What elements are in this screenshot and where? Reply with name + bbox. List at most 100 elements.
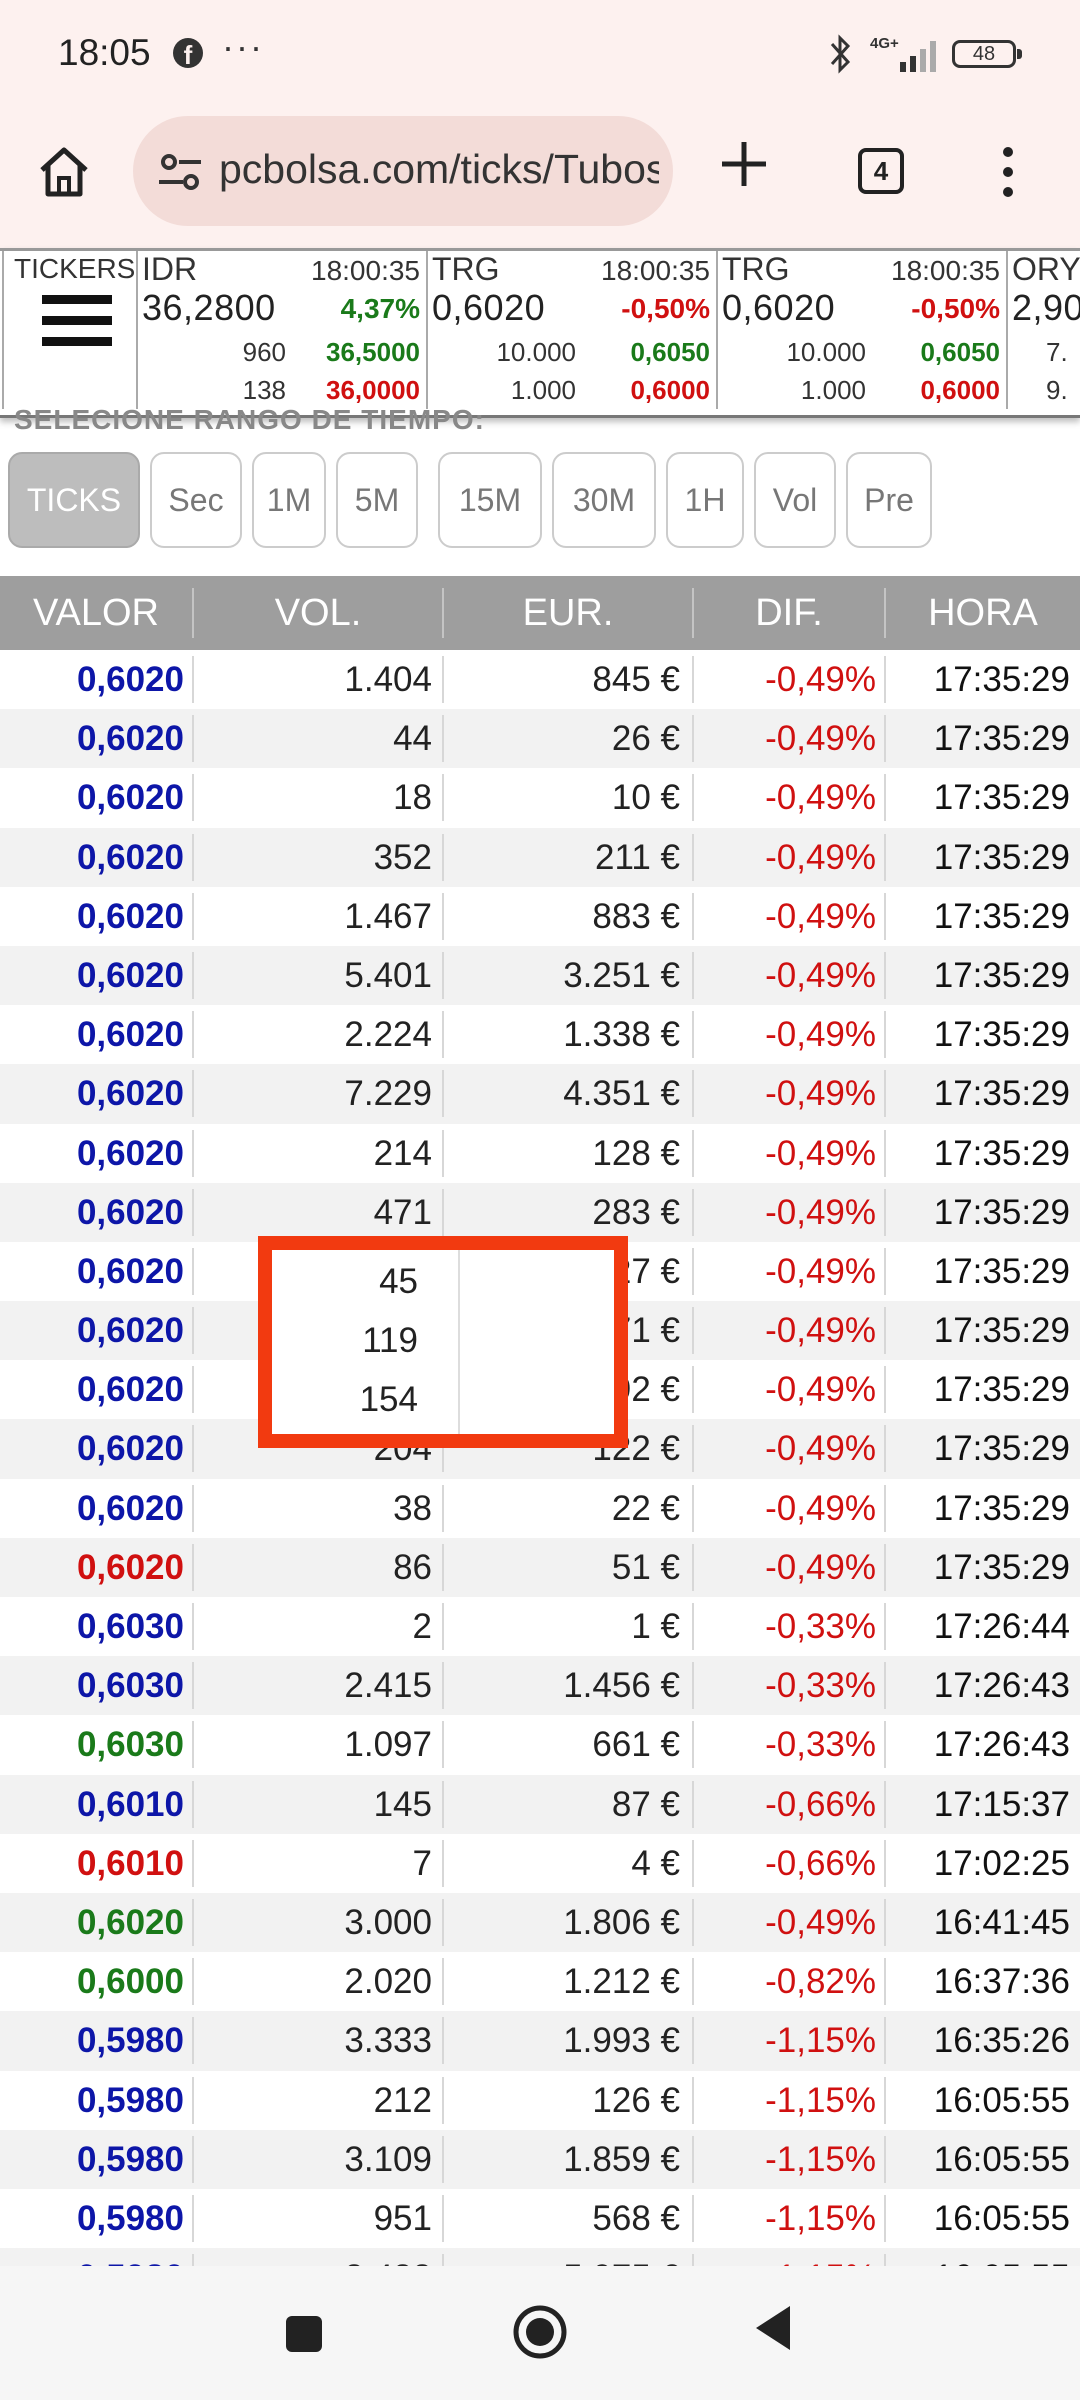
cell-valor: 0,5980 [76,2198,184,2238]
header-dif[interactable]: DIF. [694,576,884,650]
ticker-card-idr[interactable]: IDR 18:00:35 36,2800 4,37% 960 36,5000 1… [136,251,428,409]
cell-dif: -0,49% [765,1015,876,1055]
cell-dif: -1,15% [694,2248,876,2266]
home-circle-icon[interactable] [510,2302,570,2362]
cell-hora: 17:35:29 [933,1133,1070,1173]
cell-hora: 17:35:29 [933,1370,1070,1410]
ticker-bid-qty: 960 [242,337,286,367]
cell-vol: 951 [373,2198,432,2238]
ticker-ask: 0,6000 [920,375,1000,405]
more-vert-icon[interactable] [1000,146,1016,198]
cell-vol: 2.020 [344,1962,432,2002]
hamburger-icon[interactable] [42,295,112,351]
cell-valor: 0,6010 [76,1784,184,1824]
signal-icon [900,41,936,72]
table-row: 0,6020 471 283 € -0,49% 17:35:29 [0,1182,1080,1242]
cell-valor: 0,6020 [76,719,184,759]
cell-hora: 16:41:45 [933,1902,1070,1942]
cell-vol: 352 [373,837,432,877]
ticker-card-trg-2[interactable]: TRG 18:00:35 0,6020 -0,50% 10.000 0,6050… [716,251,1008,409]
cell-hora: 17:35:29 [933,1074,1070,1114]
ticker-card-ory[interactable]: ORY 2,90 7. 9. [1006,251,1080,409]
tab-switcher-button[interactable]: 4 [858,148,904,194]
ticker-ask: 36,0000 [326,375,420,405]
cell-vol: 86 [393,1547,432,1587]
back-icon[interactable] [752,2304,792,2352]
url-text[interactable]: pcbolsa.com/ticks/Tubos [219,146,659,193]
cell-valor: 0,6020 [76,1133,184,1173]
table-row: 0,6020 2.224 1.338 € -0,49% 17:35:29 [0,1005,1080,1064]
highlight-vol: 45 [379,1262,418,1301]
cell-dif: -1,15% [765,2139,876,2179]
home-icon[interactable] [34,142,94,202]
cell-eur: 1.212 € [563,1962,680,2002]
table-header: VALOR VOL. EUR. DIF. HORA [0,576,1080,650]
cell-vol: 1.097 [344,1725,432,1765]
range-vol-button[interactable]: Vol [754,452,836,548]
cell-hora: 17:35:29 [933,1429,1070,1469]
status-time: 18:05 [58,32,151,73]
table-row: 0,6020 18 10 € -0,49% 17:35:29 [0,768,1080,827]
cell-hora: 17:26:43 [933,1725,1070,1765]
table-row: 0,5980 951 568 € -1,15% 16:05:55 [0,2189,1080,2248]
highlight-box: 45 119 154 [258,1236,628,1448]
site-settings-icon[interactable] [157,150,203,194]
range-1m-button[interactable]: 1M [252,452,326,548]
header-hora[interactable]: HORA [886,576,1080,650]
range-30m-button[interactable]: 30M [552,452,656,548]
cell-dif: -0,49% [765,1311,876,1351]
cell-hora: 17:26:43 [933,1666,1070,1706]
cell-dif: -1,15% [765,2198,876,2238]
cell-vol: 1.404 [344,660,432,699]
cell-valor: 0,5980 [76,2021,184,2061]
cell-hora: 16:05:55 [933,2139,1070,2179]
cell-dif: -0,49% [765,719,876,759]
cell-dif: -0,49% [765,1251,876,1291]
cell-vol: 8.488 [194,2248,432,2266]
table-row: 0,5980 212 126 € -1,15% 16:05:55 [0,2071,1080,2130]
cell-vol: 145 [373,1784,432,1824]
table-row: 0,6020 5.401 3.251 € -0,49% 17:35:29 [0,945,1080,1006]
header-eur[interactable]: EUR. [444,576,692,650]
table-row: 0,6020 3.000 1.806 € -0,49% 16:41:45 [0,1892,1080,1953]
cell-dif: -0,49% [765,1370,876,1410]
table-row: 0,5980 3.333 1.993 € -1,15% 16:35:26 [0,2011,1080,2071]
url-bar[interactable]: pcbolsa.com/ticks/Tubos [133,116,673,226]
cell-valor: 0,6020 [76,1311,184,1351]
range-5m-button[interactable]: 5M [336,452,418,548]
cell-valor: 0,5980 [0,2248,184,2266]
ticker-price: 36,2800 [142,287,276,328]
table-row: 0,6000 2.020 1.212 € -0,82% 16:37:36 [0,1952,1080,2011]
table-row: 0,6020 352 211 € -0,49% 17:35:29 [0,827,1080,887]
ticker-card-trg[interactable]: TRG 18:00:35 0,6020 -0,50% 10.000 0,6050… [426,251,718,409]
cell-dif: -0,49% [765,1429,876,1469]
range-ticks-button[interactable]: TICKS [8,452,140,548]
cell-dif: -1,15% [765,2080,876,2120]
cell-eur: 3.251 € [563,955,680,995]
cell-hora: 17:35:29 [933,1488,1070,1528]
cell-eur: 5.075 € [444,2248,680,2266]
range-sec-button[interactable]: Sec [150,452,242,548]
header-vol[interactable]: VOL. [194,576,442,650]
range-pre-button[interactable]: Pre [846,452,932,548]
cell-dif: -0,33% [765,1666,876,1706]
cell-eur: 283 € [592,1192,680,1232]
cell-dif: -0,66% [765,1843,876,1883]
ticker-bid: 0,6050 [630,337,710,367]
cell-valor: 0,6020 [76,837,184,877]
range-1h-button[interactable]: 1H [666,452,744,548]
cell-eur: 10 € [611,778,680,818]
cell-valor: 0,6020 [76,778,184,818]
table-row: 0,6030 1.097 661 € -0,33% 17:26:43 [0,1715,1080,1774]
header-valor[interactable]: VALOR [0,576,192,650]
cell-vol: 2.415 [344,1666,432,1706]
cell-valor: 0,6020 [76,1015,184,1055]
cell-hora: 16:37:36 [933,1962,1070,2002]
cell-vol: 38 [393,1488,432,1528]
range-15m-button[interactable]: 15M [438,452,542,548]
cell-hora: 16:05:55 [933,2198,1070,2238]
new-tab-icon[interactable] [714,134,774,194]
cell-eur: 1.859 € [563,2139,680,2179]
tickers-menu-button[interactable]: TICKERS [2,251,138,409]
recents-icon[interactable] [286,2316,322,2352]
